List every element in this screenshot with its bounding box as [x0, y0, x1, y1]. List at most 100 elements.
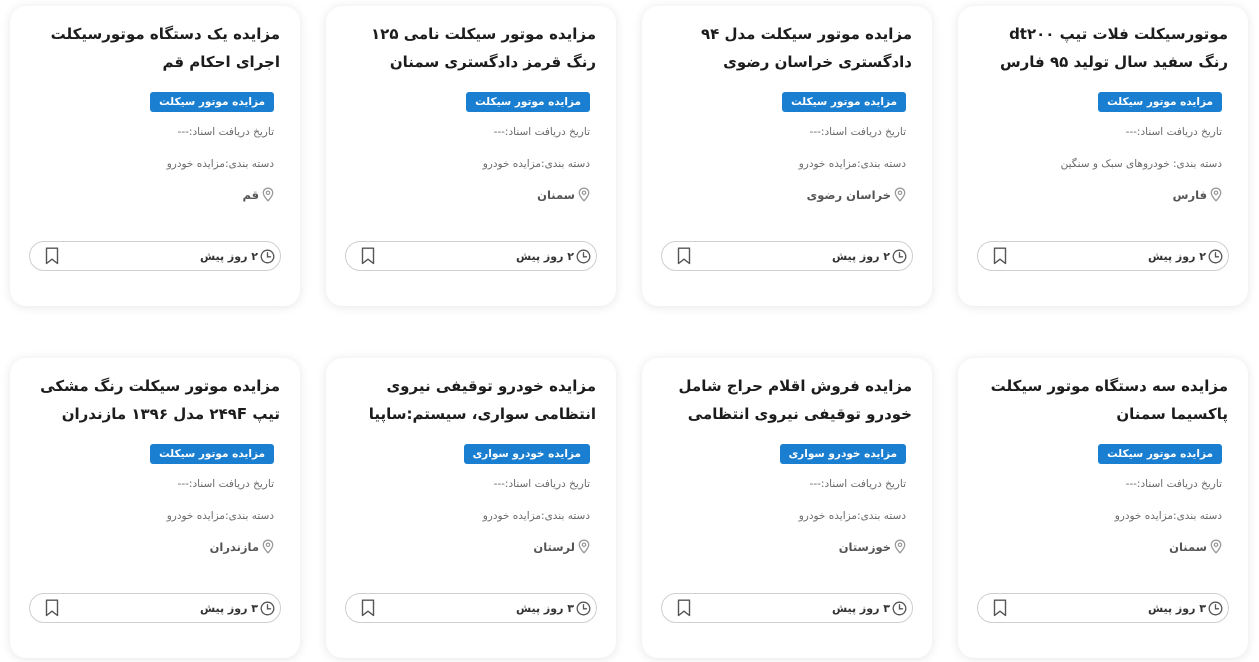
location-label: فارس: [1172, 187, 1207, 202]
location-label: لرستان: [533, 539, 575, 554]
category-badge[interactable]: مزایده موتور سیکلت: [1098, 444, 1222, 464]
posted-time: ۲ روز پیش: [832, 249, 907, 264]
auction-card[interactable]: مزایده موتور سیکلت نامی ۱۲۵ رنگ قرمز داد…: [326, 6, 616, 306]
auction-card[interactable]: مزایده سه دستگاه موتور سیکلت پاکسیما سمن…: [958, 358, 1248, 658]
location-label: مازندران: [209, 539, 259, 554]
category-text: دسته بندی:مزایده خودرو: [798, 510, 906, 522]
posted-time-label: ۲ روز پیش: [831, 249, 890, 263]
posted-time-label: ۲ روز پیش: [515, 249, 574, 263]
clock-icon: [892, 601, 907, 616]
document-receipt-date: تاریخ دریافت اسناد:---: [177, 478, 274, 490]
location-label: خراسان رضوی: [806, 187, 891, 202]
posted-time: ۲ روز پیش: [1148, 249, 1223, 264]
location-pin-icon: [262, 539, 274, 554]
posted-time: ۲ روز پیش: [516, 249, 591, 264]
location-pin-icon: [1210, 539, 1222, 554]
posted-time: ۳ روز پیش: [200, 601, 275, 616]
bookmark-icon[interactable]: [677, 599, 691, 617]
posted-time: ۳ روز پیش: [516, 601, 591, 616]
category-text: دسته بندی:مزایده خودرو: [166, 158, 274, 170]
posted-time-label: ۲ روز پیش: [1147, 249, 1206, 263]
clock-icon: [260, 249, 275, 264]
location-pin-icon: [578, 539, 590, 554]
location: لرستان: [344, 539, 590, 554]
category-badge[interactable]: مزایده موتور سیکلت: [782, 92, 906, 112]
card-footer: ۳ روز پیش: [977, 593, 1229, 623]
bookmark-icon[interactable]: [45, 599, 59, 617]
location: خوزستان: [660, 539, 906, 554]
bookmark-icon[interactable]: [993, 599, 1007, 617]
document-receipt-date: تاریخ دریافت اسناد:---: [809, 478, 906, 490]
document-receipt-date: تاریخ دریافت اسناد:---: [809, 126, 906, 138]
location-pin-icon: [578, 187, 590, 202]
location: فارس: [976, 187, 1222, 202]
card-footer: ۲ روز پیش: [29, 241, 281, 271]
location: قم: [28, 187, 274, 202]
auction-card-grid: موتورسیکلت فلات تیپ dt۲۰۰ رنگ سفید سال ت…: [0, 0, 1259, 662]
clock-icon: [576, 249, 591, 264]
card-footer: ۲ روز پیش: [345, 241, 597, 271]
auction-card[interactable]: مزایده فروش اقلام حراج شامل خودرو توقیفی…: [642, 358, 932, 658]
location: مازندران: [28, 539, 274, 554]
location-label: سمنان: [537, 187, 575, 202]
location: سمنان: [976, 539, 1222, 554]
location-pin-icon: [1210, 187, 1222, 202]
category-text: دسته بندی: خودروهای سبک و سنگین: [1060, 158, 1222, 170]
card-title[interactable]: مزایده موتور سیکلت رنگ مشکی تیپ ۲۴۹F مدل…: [28, 372, 280, 430]
card-footer: ۳ روز پیش: [29, 593, 281, 623]
category-badge[interactable]: مزایده خودرو سواری: [779, 444, 906, 464]
bookmark-icon[interactable]: [993, 247, 1007, 265]
location-pin-icon: [894, 539, 906, 554]
card-footer: ۲ روز پیش: [977, 241, 1229, 271]
location-label: خوزستان: [838, 539, 891, 554]
clock-icon: [1208, 249, 1223, 264]
posted-time: ۲ روز پیش: [200, 249, 275, 264]
bookmark-icon[interactable]: [361, 599, 375, 617]
location: سمنان: [344, 187, 590, 202]
bookmark-icon[interactable]: [45, 247, 59, 265]
posted-time-label: ۳ روز پیش: [1147, 601, 1206, 615]
location-label: قم: [242, 187, 259, 202]
clock-icon: [576, 601, 591, 616]
document-receipt-date: تاریخ دریافت اسناد:---: [1125, 478, 1222, 490]
auction-card[interactable]: مزایده موتور سیکلت مدل ۹۴ دادگستری خراسا…: [642, 6, 932, 306]
location-pin-icon: [894, 187, 906, 202]
card-title[interactable]: موتورسیکلت فلات تیپ dt۲۰۰ رنگ سفید سال ت…: [976, 20, 1228, 78]
category-badge[interactable]: مزایده موتور سیکلت: [150, 444, 274, 464]
posted-time: ۳ روز پیش: [1148, 601, 1223, 616]
document-receipt-date: تاریخ دریافت اسناد:---: [493, 126, 590, 138]
document-receipt-date: تاریخ دریافت اسناد:---: [1125, 126, 1222, 138]
posted-time-label: ۳ روز پیش: [831, 601, 890, 615]
card-title[interactable]: مزایده یک دستگاه موتورسیکلت اجرای احکام …: [28, 20, 280, 78]
category-text: دسته بندی:مزایده خودرو: [166, 510, 274, 522]
auction-card[interactable]: مزایده موتور سیکلت رنگ مشکی تیپ ۲۴۹F مدل…: [10, 358, 300, 658]
category-badge[interactable]: مزایده خودرو سواری: [463, 444, 590, 464]
category-badge[interactable]: مزایده موتور سیکلت: [1098, 92, 1222, 112]
category-text: دسته بندی:مزایده خودرو: [482, 510, 590, 522]
location-label: سمنان: [1169, 539, 1207, 554]
card-footer: ۲ روز پیش: [661, 241, 913, 271]
card-title[interactable]: مزایده سه دستگاه موتور سیکلت پاکسیما سمن…: [976, 372, 1228, 430]
card-title[interactable]: مزایده فروش اقلام حراج شامل خودرو توقیفی…: [660, 372, 912, 430]
clock-icon: [260, 601, 275, 616]
card-title[interactable]: مزایده موتور سیکلت نامی ۱۲۵ رنگ قرمز داد…: [344, 20, 596, 78]
auction-card[interactable]: مزایده خودرو توقیفی نیروی انتظامی سواری،…: [326, 358, 616, 658]
bookmark-icon[interactable]: [677, 247, 691, 265]
card-footer: ۳ روز پیش: [661, 593, 913, 623]
card-title[interactable]: مزایده خودرو توقیفی نیروی انتظامی سواری،…: [344, 372, 596, 430]
category-badge[interactable]: مزایده موتور سیکلت: [466, 92, 590, 112]
posted-time-label: ۳ روز پیش: [199, 601, 258, 615]
clock-icon: [1208, 601, 1223, 616]
category-text: دسته بندی:مزایده خودرو: [798, 158, 906, 170]
auction-card[interactable]: موتورسیکلت فلات تیپ dt۲۰۰ رنگ سفید سال ت…: [958, 6, 1248, 306]
auction-card[interactable]: مزایده یک دستگاه موتورسیکلت اجرای احکام …: [10, 6, 300, 306]
card-footer: ۳ روز پیش: [345, 593, 597, 623]
card-title[interactable]: مزایده موتور سیکلت مدل ۹۴ دادگستری خراسا…: [660, 20, 912, 78]
location-pin-icon: [262, 187, 274, 202]
document-receipt-date: تاریخ دریافت اسناد:---: [493, 478, 590, 490]
category-text: دسته بندی:مزایده خودرو: [1114, 510, 1222, 522]
category-badge[interactable]: مزایده موتور سیکلت: [150, 92, 274, 112]
bookmark-icon[interactable]: [361, 247, 375, 265]
category-text: دسته بندی:مزایده خودرو: [482, 158, 590, 170]
clock-icon: [892, 249, 907, 264]
